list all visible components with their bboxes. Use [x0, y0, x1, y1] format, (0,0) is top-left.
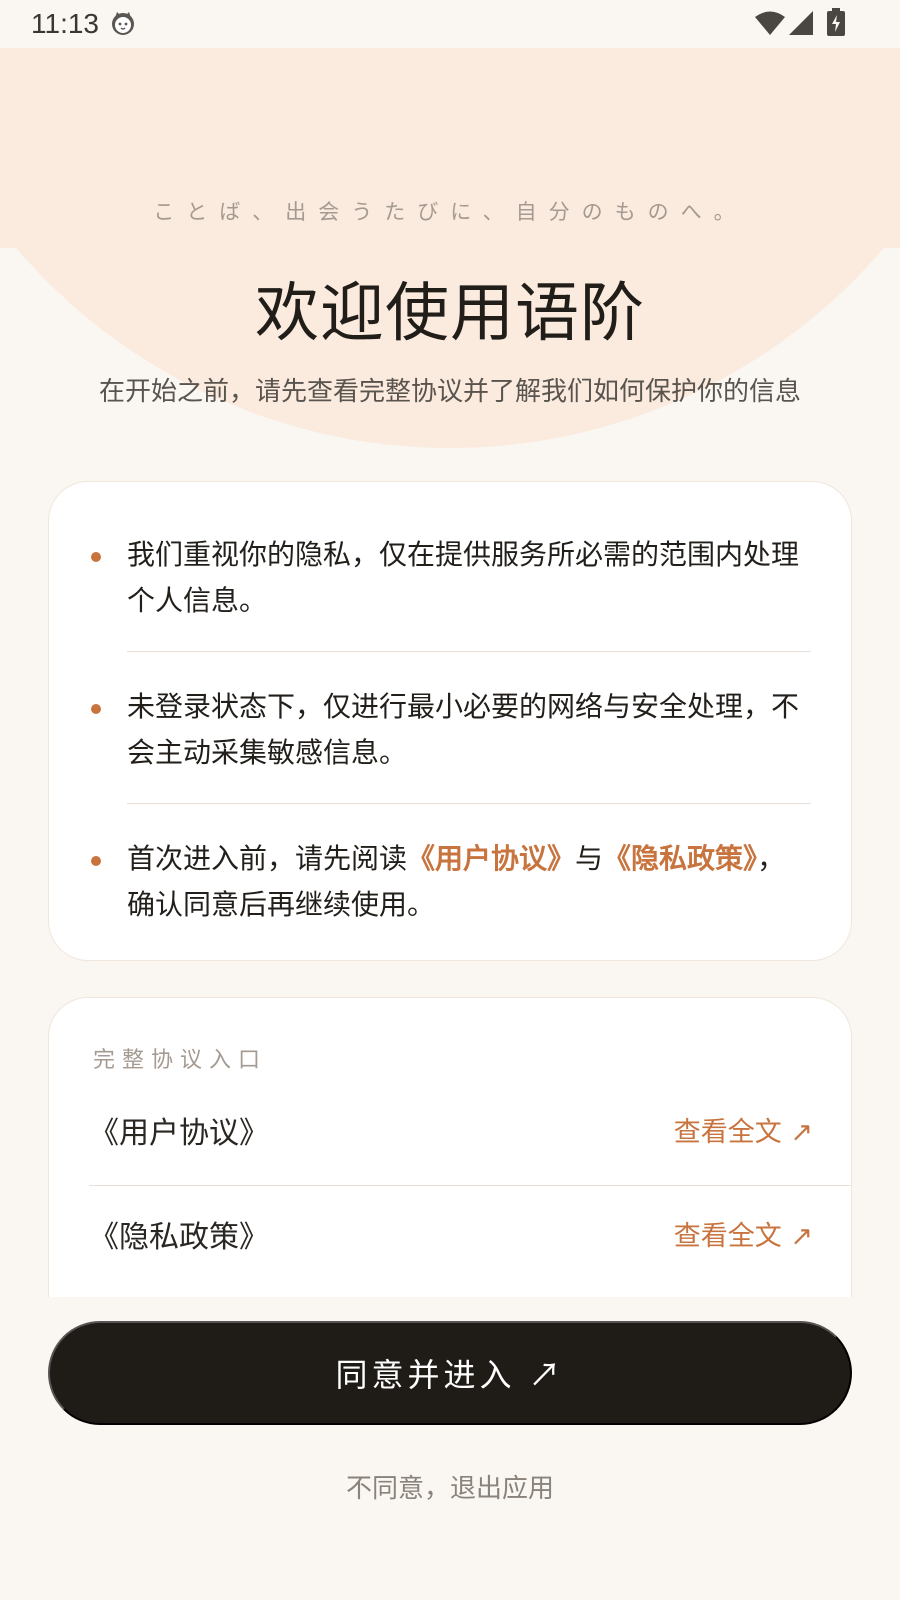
status-time: 11:13: [31, 8, 99, 39]
privacy-policy-title: 《隐私政策》: [89, 1220, 269, 1255]
list-item: 我们重视你的隐私，仅在提供服务所必需的范围内处理个人信息。: [91, 482, 811, 652]
privacy-policy-inline-link[interactable]: 《隐私政策》: [603, 842, 757, 875]
page-subtitle: 在开始之前，请先查看完整协议并了解我们如何保护你的信息: [98, 377, 801, 407]
cat-notification-icon: [112, 12, 134, 35]
list-item: 未登录状态下，仅进行最小必要的网络与安全处理，不会主动采集敏感信息。: [91, 652, 811, 804]
agreement-entry-card: 完整协议入口 《用户协议》 查看全文 ↗ 《隐私政策》 查看全文 ↗: [48, 997, 852, 1297]
bullet-dot: [91, 856, 101, 866]
status-bar: 11:13: [0, 0, 900, 48]
text-mid: 与: [575, 842, 604, 875]
wifi-icon: [755, 11, 785, 35]
cell-signal-icon: [789, 11, 813, 35]
text-before: 首次进入前，请先阅读: [127, 842, 408, 875]
privacy-policy-row[interactable]: 《隐私政策》 查看全文 ↗: [89, 1186, 851, 1290]
agree-and-enter-button[interactable]: 同意并进入 ↗: [48, 1321, 852, 1425]
bullet-dot: [91, 552, 101, 562]
battery-charging-icon: [827, 8, 845, 36]
bullet-dot: [91, 704, 101, 714]
tagline: ことば、出会うたびに、自分のものへ。: [153, 200, 747, 224]
list-item: 首次进入前，请先阅读《用户协议》与《隐私政策》，确认同意后再继续使用。: [91, 804, 811, 956]
privacy-consent-screen: 11:13 ことば、出会うたびに、自分のものへ。 欢迎使用语阶 在开始之前，请先…: [0, 0, 900, 1600]
user-agreement-inline-link[interactable]: 《用户协议》: [407, 842, 575, 875]
decline-exit-link[interactable]: 不同意，退出应用: [0, 1468, 900, 1505]
privacy-summary-card: 我们重视你的隐私，仅在提供服务所必需的范围内处理个人信息。 未登录状态下，仅进行…: [48, 481, 852, 961]
page-title: 欢迎使用语阶: [255, 277, 645, 351]
privacy-point-text: 未登录状态下，仅进行最小必要的网络与安全处理，不会主动采集敏感信息。: [127, 690, 800, 769]
view-privacy-policy-link[interactable]: 查看全文 ↗: [674, 1214, 813, 1253]
user-agreement-title: 《用户协议》: [89, 1116, 269, 1151]
privacy-point-text: 我们重视你的隐私，仅在提供服务所必需的范围内处理个人信息。: [127, 538, 800, 617]
privacy-point-text: 首次进入前，请先阅读《用户协议》与《隐私政策》，确认同意后再继续使用。: [127, 804, 811, 956]
view-user-agreement-link[interactable]: 查看全文 ↗: [674, 1110, 813, 1149]
agreement-section-heading: 完整协议入口: [93, 1048, 268, 1073]
user-agreement-row[interactable]: 《用户协议》 查看全文 ↗: [89, 1082, 851, 1186]
